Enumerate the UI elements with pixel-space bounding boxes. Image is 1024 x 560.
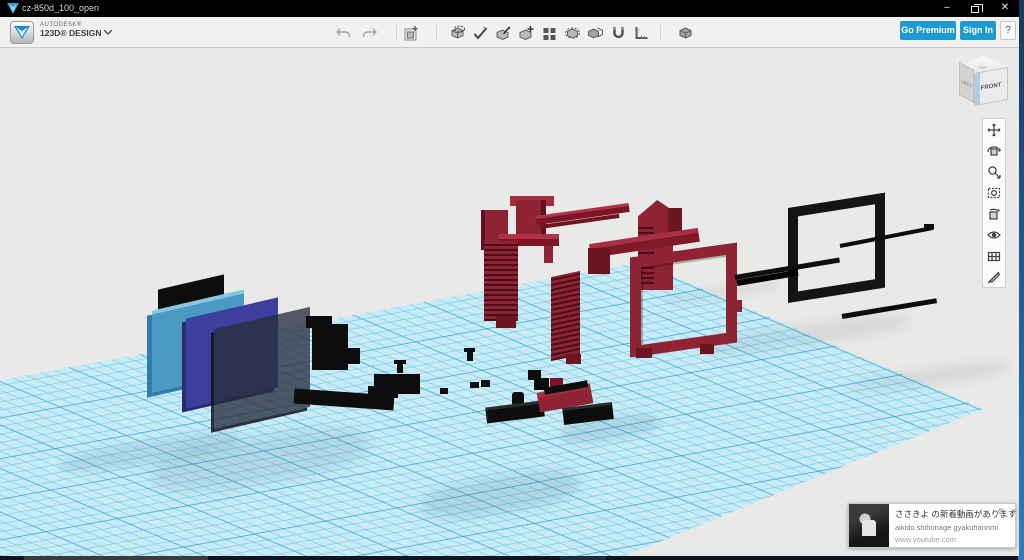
tool-combine[interactable] [586,24,604,42]
orbit-icon [987,144,1001,158]
tool-construct[interactable] [494,24,512,42]
restore-icon [971,6,979,13]
material-button[interactable] [983,266,1005,287]
redo-button[interactable] [360,24,378,42]
minimize-button[interactable]: – [934,0,960,17]
primitives-icon [449,25,466,41]
tool-pattern[interactable] [540,24,558,42]
app-logo[interactable] [10,21,34,44]
combine-icon [587,25,604,41]
zoom-window-icon [987,186,1001,200]
part-black-frame[interactable] [788,193,885,303]
zoom-icon [987,165,1001,179]
pan-icon [987,123,1001,137]
go-premium-button[interactable]: Go Premium [900,21,956,40]
part-screw[interactable] [467,350,473,361]
part-frame-foot[interactable] [700,344,714,354]
chevron-down-icon[interactable] [104,30,112,35]
taskbar-segment [24,556,208,560]
app-icon [7,3,19,14]
part-ribbed-plate[interactable] [551,271,580,361]
pan-button[interactable] [983,119,1005,140]
grouping-icon [564,25,581,41]
part-button[interactable] [481,380,490,387]
video-thumbnail[interactable] [849,504,889,547]
view-cube-front-label: FRONT [981,82,1002,92]
tool-snap[interactable] [609,24,627,42]
title-bar: cz-850d_100_open – ✕ [0,0,1024,17]
zoom-window-button[interactable] [983,182,1005,203]
tool-grouping[interactable] [563,24,581,42]
pattern-icon [541,25,558,41]
toolbar-separator [396,25,397,40]
taskbar-sliver[interactable] [0,556,1024,560]
tool-modify[interactable] [517,24,535,42]
measure-icon [633,25,650,41]
construct-icon [495,25,512,41]
taskbar-segment [560,556,606,560]
undo-button[interactable] [334,24,352,42]
zoom-button[interactable] [983,161,1005,182]
redo-icon [362,27,377,39]
main-toolbar: AUTODESK® 123D® DESIGN [0,17,1024,48]
tool-measure[interactable] [632,24,650,42]
toolbar-separator [660,25,661,40]
orbit-button[interactable] [983,140,1005,161]
gear-icon[interactable]: ⚙ [997,507,1004,516]
notification-close-icon[interactable]: ✕ [1010,507,1017,516]
part-grille-foot[interactable] [496,316,516,328]
part-grille[interactable] [484,241,518,321]
notification-subtitle: aikido shihonage gyakuhannmi [895,523,1016,532]
restore-button[interactable] [962,0,988,17]
snap-icon [610,25,627,41]
screen-edge-strip [1019,0,1024,560]
viewport[interactable]: TOP LEFT FRONT [0,48,1024,556]
tool-insert-primitive[interactable] [402,24,420,42]
modify-icon [518,25,535,41]
part-back-frame-red[interactable] [630,242,737,357]
part-ribbed-plate-foot[interactable] [566,354,581,364]
insert-primitive-icon [403,25,420,42]
view-cube[interactable]: TOP LEFT FRONT [956,56,1012,110]
look-at-icon [987,207,1001,221]
sketch-icon [472,25,489,41]
view-cube-top-label: TOP [979,66,987,71]
view-cube-front[interactable]: FRONT [974,67,1008,106]
part-button[interactable] [470,382,479,388]
brand-text: AUTODESK® 123D® DESIGN [40,22,102,38]
part-frame-foot[interactable] [636,348,652,358]
tool-3d-print[interactable] [676,24,694,42]
grid-toggle-button[interactable] [983,245,1005,266]
brand-line2: 123D® DESIGN [40,28,102,38]
part-top-beam-end[interactable] [588,248,610,274]
sign-in-button[interactable]: Sign In [960,21,996,40]
part-frame-tab[interactable] [728,300,742,312]
grid-icon [987,249,1001,263]
part-button[interactable] [440,388,448,394]
eye-icon [987,228,1001,242]
toolbar-separator [436,25,437,40]
3d-print-icon [677,25,694,41]
tool-sketch[interactable] [471,24,489,42]
notification-url: www.youtube.com [895,535,1016,544]
notification-body: ささきよ の新着動画があります aikido shihonage gyakuha… [889,504,1020,547]
part-shell-leg[interactable] [544,246,553,263]
tool-primitives[interactable] [448,24,466,42]
part-arm-foot[interactable] [368,386,398,398]
thumbnail-figure [862,520,876,536]
undo-icon [336,27,351,39]
navigation-palette [982,118,1006,288]
part-screw[interactable] [397,362,403,373]
notification-popup[interactable]: ささきよ の新着動画があります aikido shihonage gyakuha… [848,503,1016,548]
view-cube-highlight [975,73,980,105]
part-bracket[interactable] [336,348,360,364]
look-at-button[interactable] [983,203,1005,224]
material-icon [987,270,1001,284]
part-rod-upper-hook[interactable] [924,224,934,229]
hide-show-button[interactable] [983,224,1005,245]
close-button[interactable]: ✕ [992,0,1018,17]
window-title: cz-850d_100_open [22,3,99,13]
help-button[interactable]: ? [1000,21,1016,40]
view-cube-left[interactable]: LEFT [959,62,974,103]
